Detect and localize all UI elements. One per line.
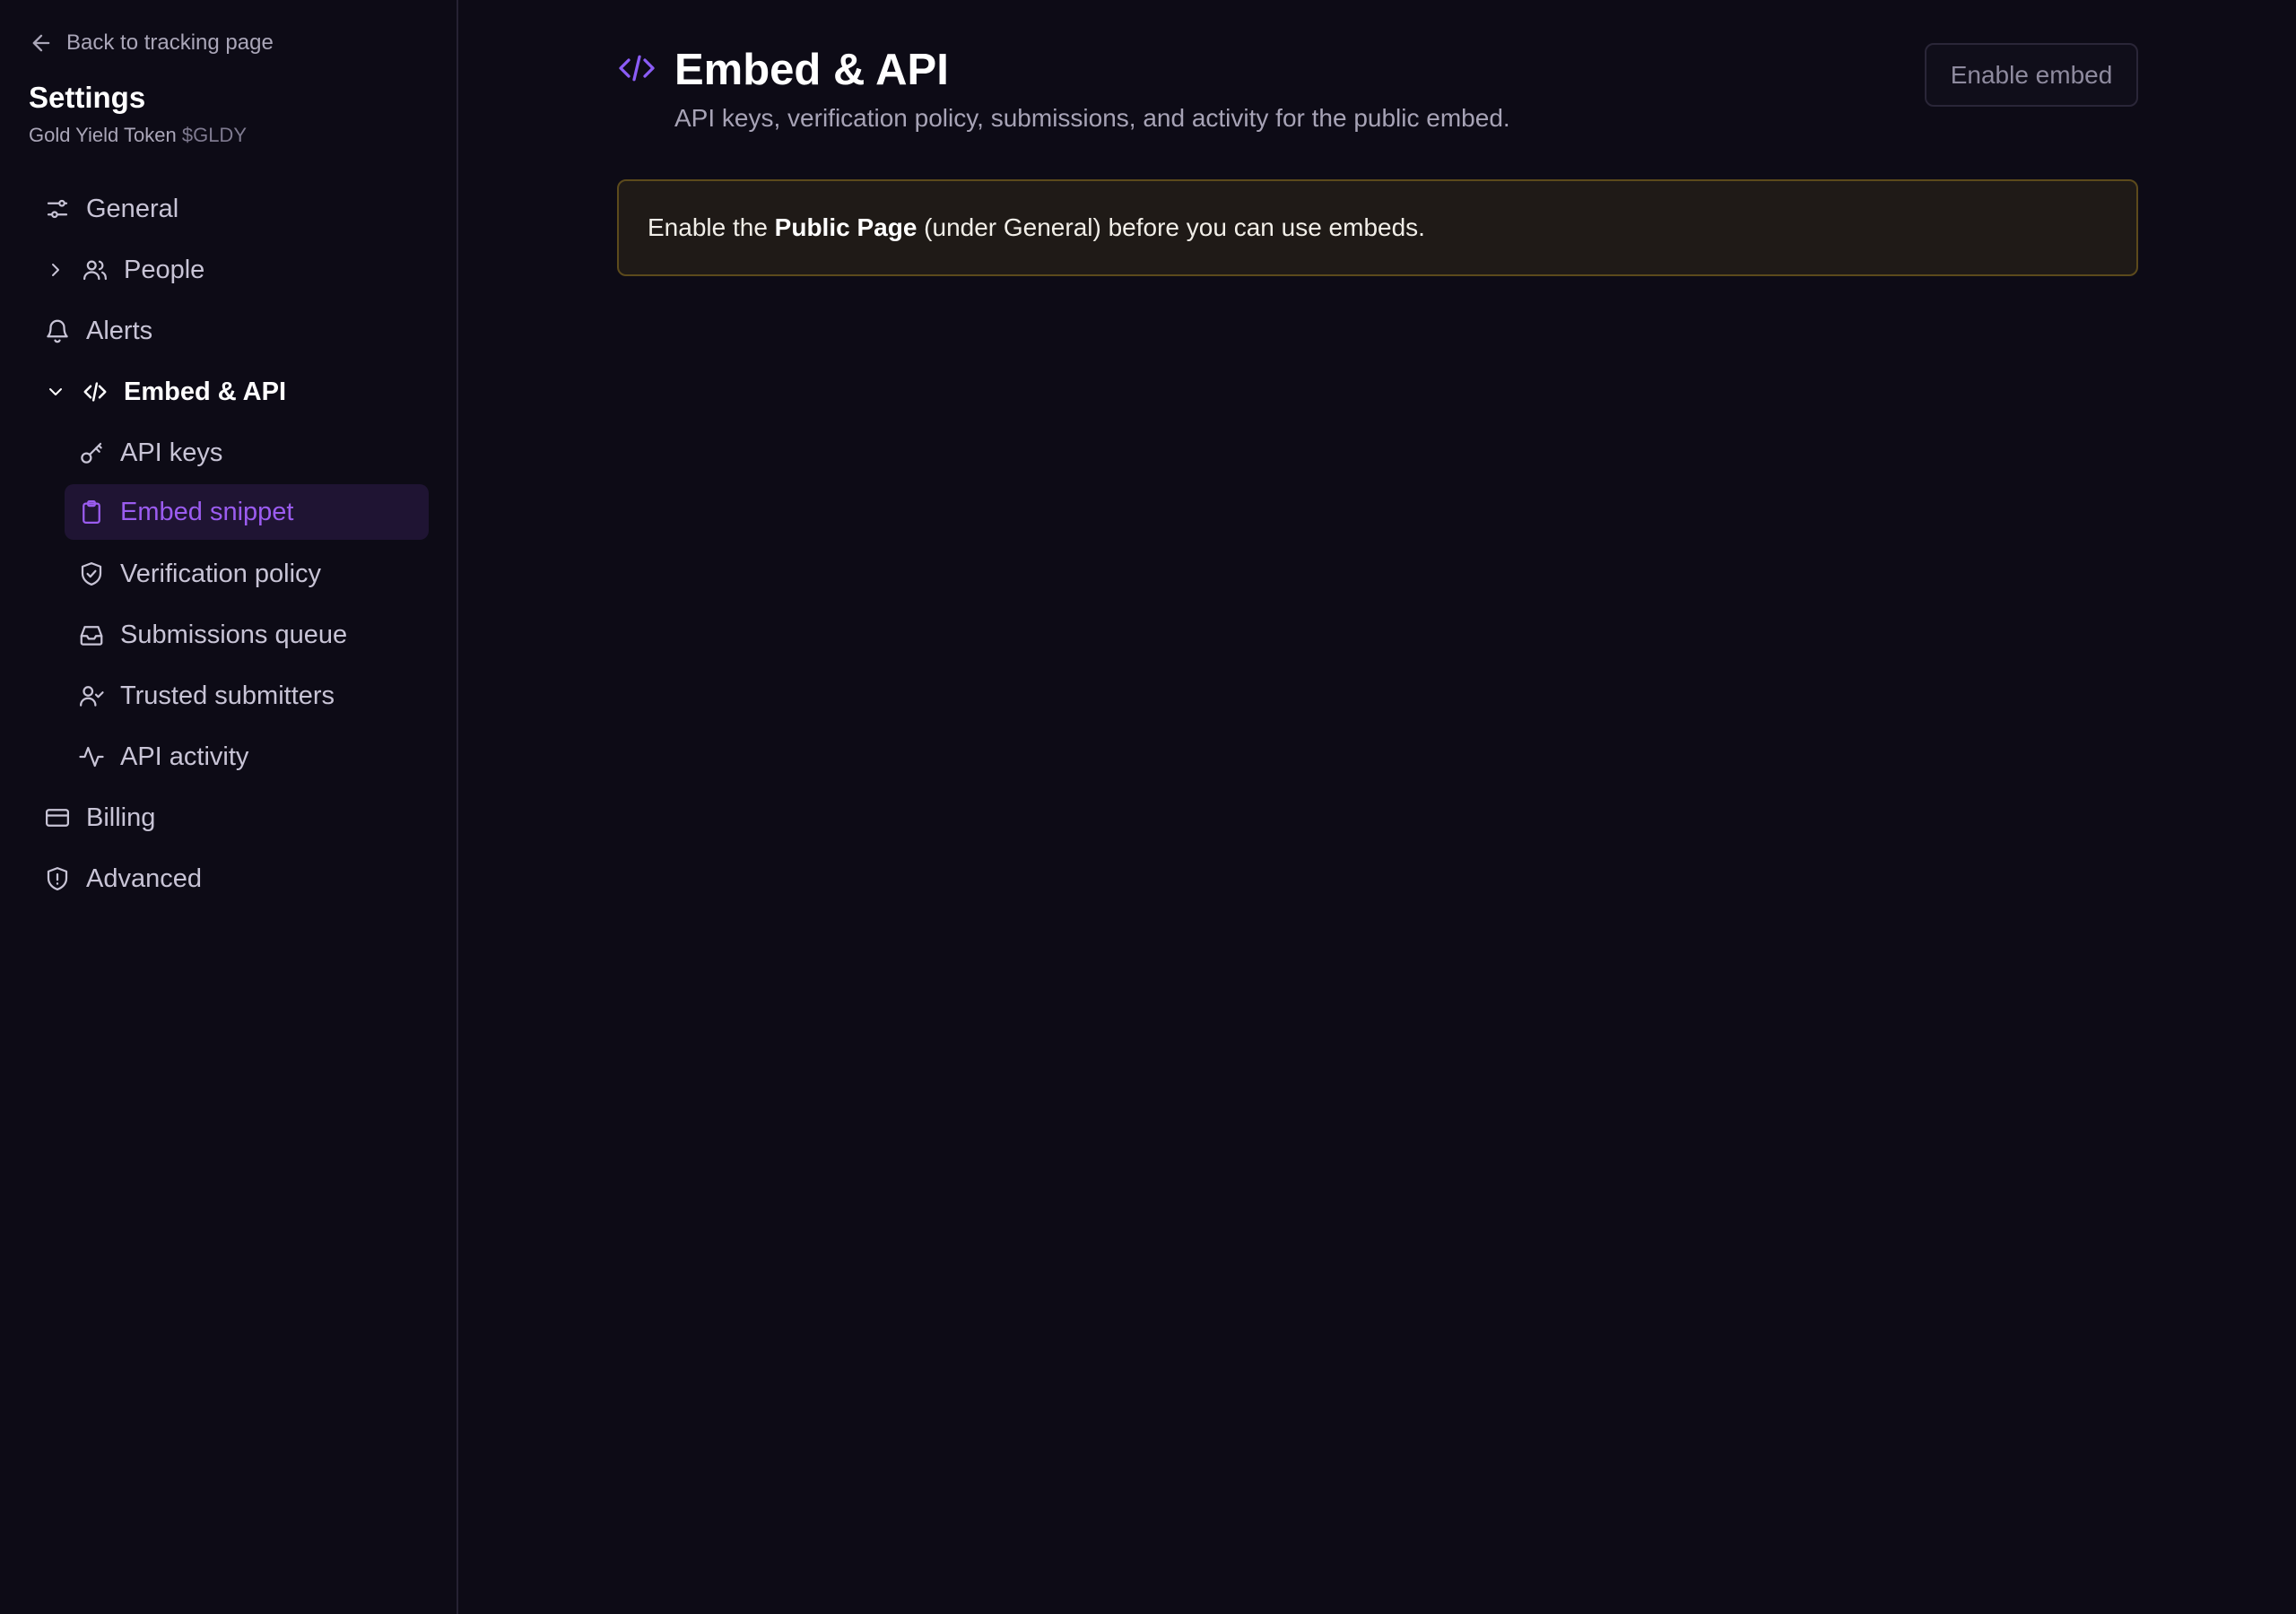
chevron-down-icon[interactable] bbox=[43, 379, 68, 404]
settings-app: Back to tracking page Settings Gold Yiel… bbox=[0, 0, 2296, 1614]
project-subtitle: Gold Yield Token $GLDY bbox=[29, 124, 247, 147]
clipboard-icon bbox=[77, 498, 106, 526]
sidebar-item-submissions-queue[interactable]: Submissions queue bbox=[65, 607, 429, 663]
sidebar-item-label: People bbox=[124, 255, 205, 284]
shield-check-icon bbox=[77, 560, 106, 588]
back-link-label: Back to tracking page bbox=[66, 30, 274, 55]
sidebar-item-api-activity[interactable]: API activity bbox=[65, 729, 429, 785]
sidebar-item-label: Verification policy bbox=[120, 559, 322, 588]
sidebar-item-label: Billing bbox=[86, 803, 156, 832]
page-title: Embed & API bbox=[674, 46, 949, 94]
main-content: Embed & API API keys, verification polic… bbox=[460, 0, 2296, 1614]
sidebar-item-advanced[interactable]: Advanced bbox=[39, 851, 429, 907]
shield-alert-icon bbox=[43, 864, 72, 893]
sidebar-item-api-keys[interactable]: API keys bbox=[65, 425, 429, 481]
sidebar-item-label: Embed & API bbox=[124, 377, 287, 406]
code-icon bbox=[81, 377, 109, 406]
sidebar-item-label: General bbox=[86, 194, 179, 223]
sliders-icon bbox=[43, 195, 72, 223]
project-ticker: $GLDY bbox=[181, 124, 247, 146]
arrow-left-icon bbox=[32, 34, 50, 52]
notice-public-page-link: Public Page bbox=[774, 213, 918, 241]
sidebar-item-label: Advanced bbox=[86, 863, 202, 893]
project-name: Gold Yield Token bbox=[29, 124, 177, 146]
credit-card-icon bbox=[43, 803, 72, 832]
key-icon bbox=[77, 438, 106, 467]
sidebar-item-label: API activity bbox=[120, 742, 249, 771]
sidebar-item-general[interactable]: General bbox=[39, 181, 429, 237]
sidebar-item-embed-snippet[interactable]: Embed snippet bbox=[65, 484, 429, 540]
page-subtitle: API keys, verification policy, submissio… bbox=[674, 104, 1510, 132]
users-icon bbox=[81, 256, 109, 284]
sidebar-item-embed-api[interactable]: Embed & API bbox=[39, 364, 429, 420]
notice-suffix: (under General) before you can use embed… bbox=[917, 213, 1425, 241]
back-to-tracking-link[interactable]: Back to tracking page bbox=[29, 27, 274, 59]
bell-icon bbox=[43, 317, 72, 345]
chevron-right-icon[interactable] bbox=[43, 257, 68, 282]
sidebar-item-trusted-submitters[interactable]: Trusted submitters bbox=[65, 668, 429, 724]
user-check-icon bbox=[77, 681, 106, 710]
settings-sidebar: Back to tracking page Settings Gold Yiel… bbox=[0, 0, 458, 1614]
sidebar-item-billing[interactable]: Billing bbox=[39, 790, 429, 846]
sidebar-item-label: Trusted submitters bbox=[120, 681, 335, 710]
sidebar-item-label: Alerts bbox=[86, 316, 153, 345]
public-page-notice: Enable the Public Page (under General) b… bbox=[617, 179, 2138, 276]
sidebar-item-people[interactable]: People bbox=[39, 242, 429, 298]
inbox-icon bbox=[77, 620, 106, 649]
sidebar-item-label: Submissions queue bbox=[120, 620, 348, 649]
enable-embed-button[interactable]: Enable embed bbox=[1925, 43, 2138, 107]
sidebar-item-label: API keys bbox=[120, 438, 223, 467]
notice-prefix: Enable the bbox=[648, 213, 775, 241]
sidebar-item-alerts[interactable]: Alerts bbox=[39, 303, 429, 359]
sidebar-item-verification-policy[interactable]: Verification policy bbox=[65, 546, 429, 602]
activity-icon bbox=[77, 742, 106, 771]
sidebar-item-label: Embed snippet bbox=[120, 497, 294, 526]
code-icon bbox=[617, 52, 657, 84]
settings-title: Settings bbox=[29, 81, 146, 114]
